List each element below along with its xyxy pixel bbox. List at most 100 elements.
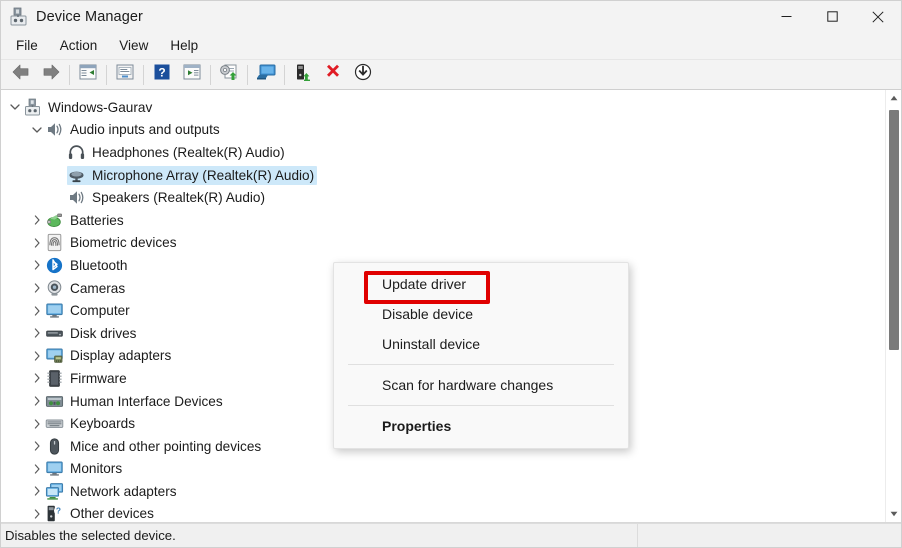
tree-item-hit[interactable]: Human Interface Devices <box>29 390 226 413</box>
svg-text:?: ? <box>158 66 165 80</box>
context-menu-item-uninstall-device[interactable]: Uninstall device <box>334 329 628 359</box>
tree-item-label: Monitors <box>70 461 123 477</box>
scan-hardware-changes-button[interactable] <box>251 62 281 88</box>
vertical-scrollbar[interactable] <box>885 90 901 522</box>
unknown-device-icon: ? <box>45 504 64 522</box>
tree-item-hit[interactable]: Audio inputs and outputs <box>29 119 223 142</box>
status-bar: Disables the selected device. <box>1 523 901 547</box>
tree-item-label: Network adapters <box>70 483 177 499</box>
tree-item-content: Network adapters <box>45 482 180 501</box>
menu-action[interactable]: Action <box>49 34 109 57</box>
tree-item-microphone-array-realtek-r-audio[interactable]: Microphone Array (Realtek(R) Audio) <box>1 164 885 187</box>
device-tree-panel: Windows-Gaurav Audio inputs and outputs He… <box>1 90 901 523</box>
chevron-right-icon[interactable] <box>29 458 45 481</box>
enable-device-icon <box>293 63 313 86</box>
tree-item-audio-inputs-and-outputs[interactable]: Audio inputs and outputs <box>1 119 885 142</box>
enable-device-button[interactable] <box>288 62 318 88</box>
chevron-right-icon[interactable] <box>29 277 45 300</box>
tree-item-hit[interactable]: Monitors <box>29 458 125 481</box>
back-button[interactable] <box>6 62 36 88</box>
tree-item-content: Audio inputs and outputs <box>45 120 223 139</box>
tree-item-content: ? Other devices <box>45 504 157 522</box>
minimize-button[interactable] <box>763 1 809 32</box>
show-hide-console-tree-button[interactable] <box>110 62 140 88</box>
chevron-right-icon[interactable] <box>29 299 45 322</box>
tree-item-hit[interactable]: Microphone Array (Realtek(R) Audio) <box>51 164 318 187</box>
tree-item-headphones-realtek-r-audio[interactable]: Headphones (Realtek(R) Audio) <box>1 141 885 164</box>
chevron-right-icon[interactable] <box>29 345 45 368</box>
keyboard-icon <box>45 414 64 433</box>
tree-item-hit[interactable]: Batteries <box>29 209 127 232</box>
tree-item-content: Windows-Gaurav <box>23 98 155 117</box>
context-menu-item-disable-device[interactable]: Disable device <box>334 299 628 329</box>
tree-item-hit[interactable]: Biometric devices <box>29 232 180 255</box>
tree-item-content: Mice and other pointing devices <box>45 437 264 456</box>
display-adapter-icon <box>45 346 64 365</box>
properties-button[interactable] <box>177 62 207 88</box>
tree-item-hit[interactable]: Computer <box>29 299 133 322</box>
tree-item-other-devices[interactable]: ? Other devices <box>1 503 885 522</box>
tree-item-label: Microphone Array (Realtek(R) Audio) <box>92 167 315 183</box>
tree-item-hit[interactable]: Display adapters <box>29 345 174 368</box>
scroll-down-button[interactable] <box>886 506 901 522</box>
tree-item-content: Keyboards <box>45 414 138 433</box>
tree-item-monitors[interactable]: Monitors <box>1 458 885 481</box>
tree-item-batteries[interactable]: Batteries <box>1 209 885 232</box>
menu-view[interactable]: View <box>108 34 159 57</box>
tree-item-biometric-devices[interactable]: Biometric devices <box>1 232 885 255</box>
tree-item-label: Audio inputs and outputs <box>70 122 220 138</box>
chevron-right-icon[interactable] <box>29 232 45 255</box>
chevron-right-icon[interactable] <box>29 367 45 390</box>
monitor-icon <box>45 301 64 320</box>
chevron-right-icon[interactable] <box>29 480 45 503</box>
tree-item-hit[interactable]: Keyboards <box>29 412 138 435</box>
battery-icon <box>45 211 64 230</box>
chevron-right-icon[interactable] <box>29 390 45 413</box>
uninstall-device-button[interactable] <box>318 62 348 88</box>
chevron-right-icon[interactable] <box>29 322 45 345</box>
back-arrow-icon <box>11 63 31 86</box>
chevron-right-icon[interactable] <box>29 503 45 522</box>
tree-item-label: Keyboards <box>70 416 135 432</box>
menu-help[interactable]: Help <box>159 34 209 57</box>
tree-item-windows-gaurav[interactable]: Windows-Gaurav <box>1 96 885 119</box>
tree-item-label: Disk drives <box>70 325 137 341</box>
tree-item-hit[interactable]: Windows-Gaurav <box>7 96 155 119</box>
chevron-down-icon[interactable] <box>29 119 45 142</box>
tree-item-hit[interactable]: Speakers (Realtek(R) Audio) <box>51 186 268 209</box>
tree-item-hit[interactable]: Mice and other pointing devices <box>29 435 264 458</box>
tree-item-label: Headphones (Realtek(R) Audio) <box>92 144 285 160</box>
tree-item-label: Human Interface Devices <box>70 393 223 409</box>
context-menu[interactable]: Update driver Disable device Uninstall dev… <box>333 262 629 449</box>
disable-device-button[interactable] <box>348 62 378 88</box>
tree-item-hit[interactable]: Network adapters <box>29 480 180 503</box>
forward-button[interactable] <box>36 62 66 88</box>
close-button[interactable] <box>855 1 901 32</box>
scroll-up-button[interactable] <box>886 90 901 106</box>
chevron-right-icon[interactable] <box>29 209 45 232</box>
tree-item-label: Computer <box>70 303 130 319</box>
tree-item-hit[interactable]: Firmware <box>29 367 130 390</box>
chevron-down-icon[interactable] <box>7 96 23 119</box>
help-button[interactable]: ? <box>147 62 177 88</box>
chevron-right-icon[interactable] <box>29 412 45 435</box>
tree-item-hit[interactable]: Bluetooth <box>29 254 130 277</box>
tree-item-network-adapters[interactable]: Network adapters <box>1 480 885 503</box>
chevron-right-icon[interactable] <box>29 254 45 277</box>
menu-file[interactable]: File <box>5 34 49 57</box>
up-one-level-button[interactable] <box>73 62 103 88</box>
disable-device-icon <box>354 63 372 86</box>
tree-item-hit[interactable]: Headphones (Realtek(R) Audio) <box>51 141 288 164</box>
tree-item-speakers-realtek-r-audio[interactable]: Speakers (Realtek(R) Audio) <box>1 186 885 209</box>
context-menu-item-properties[interactable]: Properties <box>334 411 628 441</box>
context-menu-item-update-driver[interactable]: Update driver <box>334 269 628 299</box>
tree-item-hit[interactable]: ? Other devices <box>29 503 157 522</box>
chevron-right-icon[interactable] <box>29 435 45 458</box>
context-menu-item-scan-for-hardware-changes[interactable]: Scan for hardware changes <box>334 370 628 400</box>
maximize-button[interactable] <box>809 1 855 32</box>
scrollbar-thumb[interactable] <box>889 110 899 350</box>
bluetooth-icon <box>45 256 64 275</box>
update-driver-button[interactable] <box>214 62 244 88</box>
tree-item-hit[interactable]: Disk drives <box>29 322 139 345</box>
tree-item-hit[interactable]: Cameras <box>29 277 128 300</box>
